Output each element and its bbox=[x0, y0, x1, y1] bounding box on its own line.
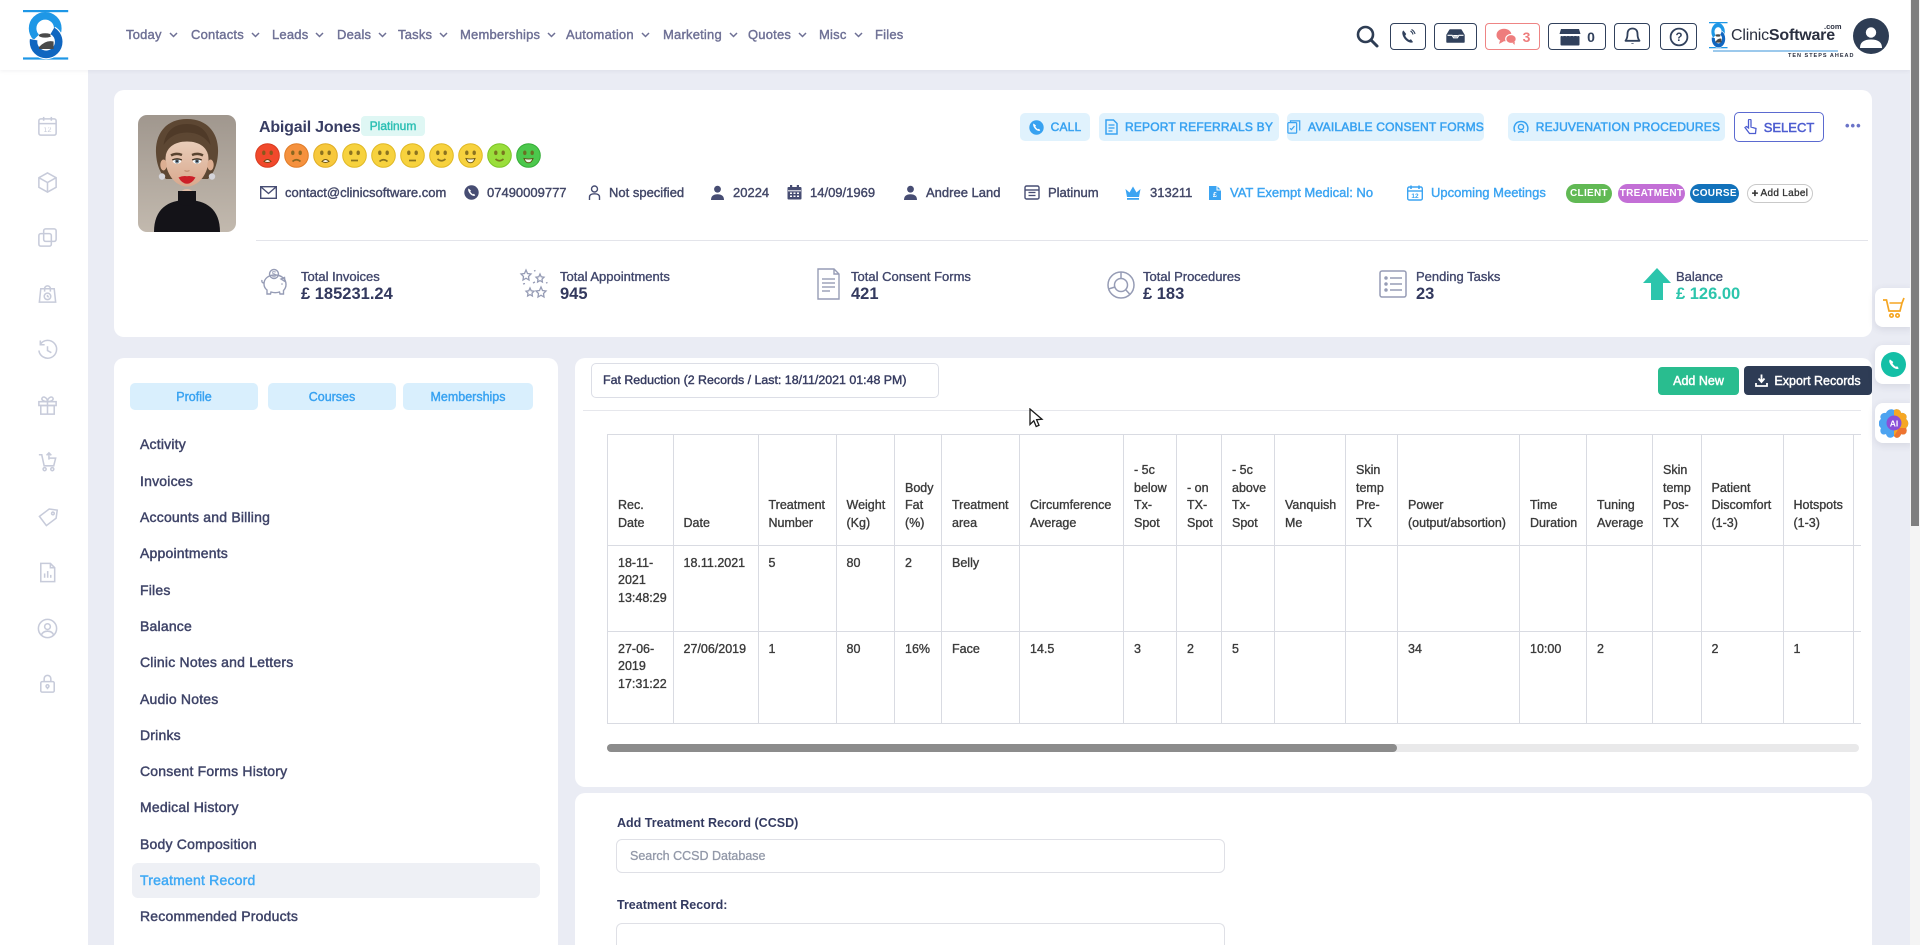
svg-text:£: £ bbox=[1213, 192, 1217, 199]
svg-text:12: 12 bbox=[1411, 193, 1419, 200]
svg-text:AI: AI bbox=[1890, 419, 1899, 429]
svg-text:$: $ bbox=[272, 270, 277, 279]
svg-text:12: 12 bbox=[44, 126, 52, 134]
svg-text:?: ? bbox=[1675, 32, 1682, 44]
